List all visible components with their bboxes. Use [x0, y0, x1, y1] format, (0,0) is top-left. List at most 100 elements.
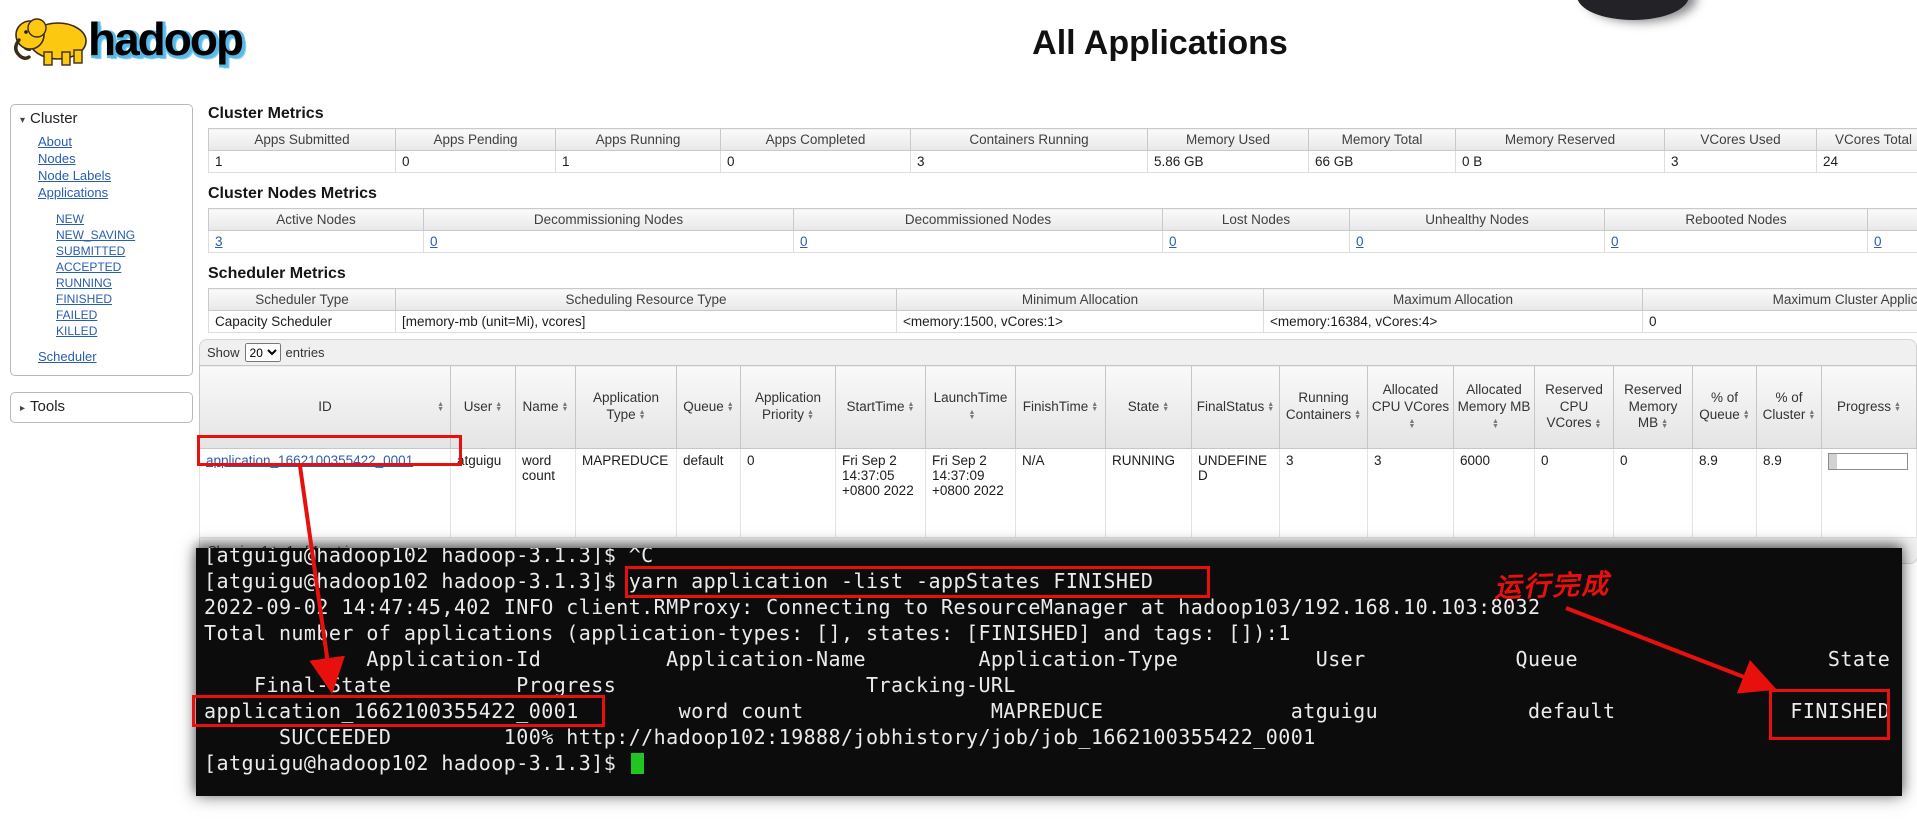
- sidebar-item-applications: Applications: [38, 184, 192, 201]
- col-starttime[interactable]: StartTime ▲ ▼: [835, 365, 926, 449]
- shutdown-nodes-link[interactable]: 0: [1874, 234, 1882, 249]
- sort-icon: ▲ ▼: [437, 401, 444, 413]
- col-lost-nodes: Lost Nodes: [1162, 208, 1350, 231]
- col-unhealthy-nodes: Unhealthy Nodes: [1349, 208, 1605, 231]
- scheduler-metrics-heading: Scheduler Metrics: [208, 265, 346, 282]
- decommissioning-nodes-link[interactable]: 0: [430, 234, 438, 249]
- col-state[interactable]: State ▲ ▼: [1105, 365, 1192, 449]
- state-killed-link[interactable]: KILLED: [56, 324, 97, 338]
- val-containers-running: 3: [910, 150, 1148, 173]
- scheduler-link[interactable]: Scheduler: [38, 349, 97, 364]
- show-entries-toolbar: Show 20 entries: [199, 339, 1917, 365]
- col-apps-submitted: Apps Submitted: [208, 128, 396, 151]
- col-apps-completed: Apps Completed: [720, 128, 911, 151]
- page-length-select[interactable]: 20: [244, 343, 281, 362]
- col-pct-of-cluster[interactable]: % of Cluster ▲ ▼: [1756, 365, 1822, 449]
- val-vcores-total: 24: [1816, 150, 1917, 173]
- application-id-link[interactable]: application_1662100355422_0001: [206, 453, 413, 468]
- col-allocated-cpu-vcores[interactable]: Allocated CPU VCores ▲ ▼: [1367, 365, 1454, 449]
- unhealthy-nodes-link[interactable]: 0: [1356, 234, 1364, 249]
- entries-label: entries: [285, 345, 325, 360]
- sort-icon: ▲ ▼: [1267, 401, 1275, 413]
- col-apps-running: Apps Running: [555, 128, 721, 151]
- sort-icon: ▲ ▼: [1808, 409, 1816, 422]
- state-submitted-link[interactable]: SUBMITTED: [56, 244, 125, 258]
- col-allocated-memory-mb[interactable]: Allocated Memory MB ▲ ▼: [1453, 365, 1535, 449]
- terminal-window[interactable]: [atguigu@hadoop102 hadoop-3.1.3]$ ^C [at…: [196, 548, 1902, 796]
- val-scheduler-type: Capacity Scheduler: [208, 310, 396, 333]
- terminal-line: SUCCEEDED 100% http://hadoop102:19888/jo…: [204, 725, 1316, 749]
- progress-bar: [1828, 453, 1908, 470]
- about-link[interactable]: About: [38, 134, 72, 149]
- cluster-metrics-row: 1 0 1 0 3 5.86 GB 66 GB 0 B 3 24: [208, 150, 1917, 173]
- col-finishtime[interactable]: FinishTime ▲ ▼: [1015, 365, 1106, 449]
- cell-reserved-cpu-vcores: 0: [1534, 448, 1614, 538]
- val-memory-reserved: 0 B: [1455, 150, 1665, 173]
- application-row: application_1662100355422_0001 atguigu w…: [199, 448, 1917, 538]
- sort-icon: ▲ ▼: [907, 401, 915, 413]
- val-apps-submitted: 1: [208, 150, 396, 173]
- col-scheduler-type: Scheduler Type: [208, 288, 396, 311]
- sidebar-item-about: About: [38, 133, 192, 150]
- val-memory-used: 5.86 GB: [1147, 150, 1309, 173]
- cell-user: atguigu: [450, 448, 516, 538]
- chevron-right-icon: ▸: [20, 403, 26, 414]
- cluster-section-toggle[interactable]: ▾ Cluster: [11, 108, 192, 130]
- col-user[interactable]: User ▲ ▼: [450, 365, 516, 449]
- cell-launchtime: Fri Sep 2 14:37:09 +0800 2022: [925, 448, 1016, 538]
- lost-nodes-link[interactable]: 0: [1169, 234, 1177, 249]
- col-finalstatus[interactable]: FinalStatus ▲ ▼: [1191, 365, 1280, 449]
- cell-pct-of-queue: 8.9: [1692, 448, 1757, 538]
- active-nodes-link[interactable]: 3: [215, 234, 223, 249]
- val-maximum-cluster-app-priority: 0: [1642, 310, 1917, 333]
- col-queue[interactable]: Queue ▲ ▼: [676, 365, 741, 449]
- col-memory-total: Memory Total: [1308, 128, 1456, 151]
- state-running-link[interactable]: RUNNING: [56, 276, 112, 290]
- terminal-line: Application-Id Application-Name Applicat…: [204, 647, 1891, 671]
- sort-icon: ▲ ▼: [495, 401, 503, 413]
- tools-section-toggle[interactable]: ▸ Tools: [11, 396, 192, 418]
- col-launchtime[interactable]: LaunchTime ▲ ▼: [925, 365, 1016, 449]
- state-new-link[interactable]: NEW: [56, 212, 84, 226]
- state-new-saving-link[interactable]: NEW_SAVING: [56, 228, 135, 242]
- state-finished-link[interactable]: FINISHED: [56, 292, 112, 306]
- node-labels-link[interactable]: Node Labels: [38, 168, 111, 183]
- cell-id: application_1662100355422_0001: [199, 448, 451, 538]
- col-reserved-cpu-vcores[interactable]: Reserved CPU VCores ▲ ▼: [1534, 365, 1614, 449]
- sort-icon: ▲ ▼: [1162, 401, 1170, 413]
- nodes-link[interactable]: Nodes: [38, 151, 76, 166]
- rebooted-nodes-link[interactable]: 0: [1611, 234, 1619, 249]
- col-vcores-used: VCores Used: [1664, 128, 1817, 151]
- col-running-containers[interactable]: Running Containers ▲ ▼: [1279, 365, 1368, 449]
- col-progress[interactable]: Progress ▲ ▼: [1821, 365, 1917, 449]
- col-reserved-memory-mb[interactable]: Reserved Memory MB ▲ ▼: [1613, 365, 1693, 449]
- col-application-type[interactable]: Application Type ▲ ▼: [575, 365, 677, 449]
- val-maximum-allocation: <memory:16384, vCores:4>: [1263, 310, 1643, 333]
- cell-state: RUNNING: [1105, 448, 1192, 538]
- cell-queue: default: [676, 448, 741, 538]
- decommissioned-nodes-link[interactable]: 0: [800, 234, 808, 249]
- cell-allocated-cpu-vcores: 3: [1367, 448, 1454, 538]
- sort-icon: ▲ ▼: [1492, 417, 1499, 430]
- col-application-priority[interactable]: Application Priority ▲ ▼: [740, 365, 836, 449]
- cluster-nodes-metrics-table: Active Nodes Decommissioning Nodes Decom…: [208, 208, 1917, 253]
- state-failed-link[interactable]: FAILED: [56, 308, 97, 322]
- cell-running-containers: 3: [1279, 448, 1368, 538]
- applications-link[interactable]: Applications: [38, 185, 108, 200]
- cluster-nodes-metrics-heading: Cluster Nodes Metrics: [208, 185, 377, 202]
- applications-table-section: Show 20 entries ID ▲ ▼ User ▲ ▼ Name ▲ ▼ Appli…: [199, 339, 1917, 564]
- col-maximum-cluster-app-priority: Maximum Cluster Application Priority: [1642, 288, 1917, 311]
- sidebar: ▾ Cluster About Nodes Node Labels Applica…: [10, 104, 193, 423]
- col-decommissioning-nodes: Decommissioning Nodes: [423, 208, 794, 231]
- col-name[interactable]: Name ▲ ▼: [515, 365, 576, 449]
- sort-icon: ▲ ▼: [1894, 401, 1901, 413]
- main-content: Cluster Metrics Apps Submitted Apps Pend…: [199, 104, 1917, 564]
- val-scheduling-resource-type: [memory-mb (unit=Mi), vcores]: [395, 310, 897, 333]
- sort-icon: ▲ ▼: [1661, 417, 1669, 430]
- state-accepted-link[interactable]: ACCEPTED: [56, 260, 121, 274]
- col-pct-of-queue[interactable]: % of Queue ▲ ▼: [1692, 365, 1757, 449]
- col-id[interactable]: ID ▲ ▼: [199, 365, 451, 449]
- cluster-nodes-metrics-row: 3 0 0 0 0 0 0: [208, 230, 1917, 253]
- scheduler-metrics-table: Scheduler Type Scheduling Resource Type …: [208, 288, 1917, 333]
- sidebar-item-new: NEW: [56, 211, 192, 227]
